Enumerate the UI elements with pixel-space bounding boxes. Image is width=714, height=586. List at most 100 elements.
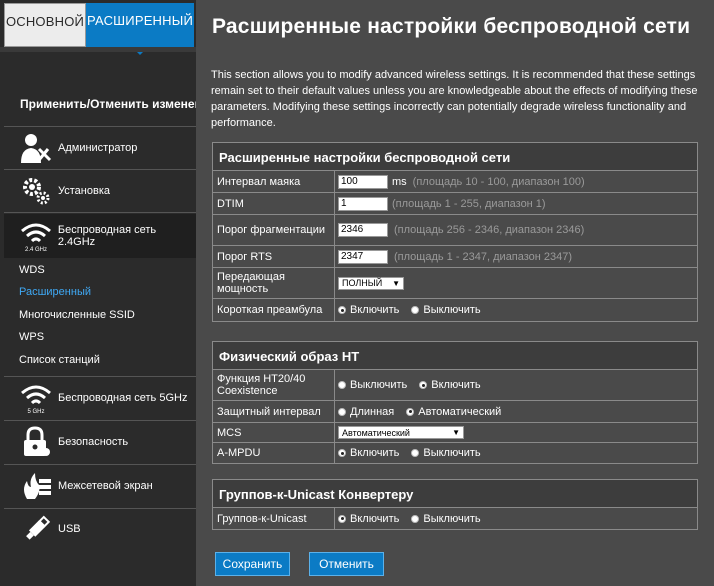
sidebar-item-label: Беспроводная сеть 5GHz	[58, 392, 188, 404]
beacon-interval-input[interactable]: 100	[338, 174, 388, 189]
section-title: Расширенные настройки беспроводной сети	[213, 143, 697, 171]
guard-auto-radio[interactable]: Автоматический	[406, 406, 501, 418]
beacon-unit: ms	[392, 175, 407, 188]
tx-power-value: ПОЛНЫЙ	[342, 278, 383, 288]
row-mcs: MCS Автоматический ▼	[213, 423, 697, 443]
chevron-down-icon: ▼	[452, 428, 460, 437]
dtim-input[interactable]: 1	[338, 196, 388, 211]
sidebar-item-usb[interactable]: USB	[4, 509, 196, 549]
radio-dot	[411, 514, 420, 523]
radio-dot	[338, 306, 346, 314]
tab-advanced[interactable]: РАСШИРЕННЫЙ	[86, 3, 194, 55]
section-ht-physical: Физический образ HT Функция HT20/40 Coex…	[212, 341, 698, 464]
sidebar-item-firewall[interactable]: Межсетевой экран	[4, 466, 196, 506]
section-title: Группов-к-Unicast Конвертеру	[213, 480, 697, 508]
tab-basic[interactable]: ОСНОВНОЙ	[4, 3, 86, 47]
wifi-band-text: 5 GHz	[27, 409, 44, 415]
coexist-enable-radio[interactable]: Включить	[419, 379, 481, 391]
row-dtim: DTIM 1 (площадь 1 - 255, диапазон 1)	[213, 193, 697, 215]
radio-dot	[338, 381, 346, 389]
sub-item-advanced[interactable]: Расширенный	[19, 286, 91, 298]
row-guard: Защитный интервал Длинная Автоматический	[213, 401, 697, 423]
sidebar-item-label: Межсетевой экран	[58, 480, 153, 492]
rts-threshold-input[interactable]: 2347	[338, 249, 388, 264]
firewall-icon	[16, 468, 56, 504]
frag-threshold-input[interactable]: 2346	[338, 223, 388, 237]
frag-hint: (площадь 256 - 2346, диапазон 2346)	[394, 224, 585, 236]
radio-label: Выключить	[423, 447, 481, 459]
lock-icon	[16, 424, 56, 460]
wifi-24ghz-icon: 2.4 GHz	[16, 218, 56, 254]
radio-dot	[338, 407, 346, 416]
sidebar-item-admin[interactable]: Администратор	[4, 128, 196, 168]
row-g2u: Группов-к-Unicast Включить Выключить	[213, 508, 697, 529]
mcs-select[interactable]: Автоматический ▼	[338, 426, 464, 439]
sidebar-item-security[interactable]: Безопасность	[4, 422, 196, 462]
chevron-down-icon: ▼	[392, 278, 400, 288]
radio-dot	[406, 407, 415, 416]
radio-label: Включить	[350, 512, 400, 525]
tab-underline	[0, 47, 196, 52]
sub-item-station-list[interactable]: Список станций	[19, 354, 100, 366]
mcs-value: Автоматический	[342, 427, 410, 438]
g2u-enable-radio[interactable]: Включить	[338, 513, 399, 525]
sub-item-multi-ssid[interactable]: Многочисленные SSID	[19, 309, 135, 321]
power-label: Передающая мощность	[213, 268, 335, 298]
radio-label: Выключить	[423, 304, 481, 316]
radio-dot	[338, 449, 346, 457]
row-beacon: Интервал маяка 100 ms (площадь 10 - 100,…	[213, 171, 697, 193]
section-group-to-unicast: Группов-к-Unicast Конвертеру Группов-к-U…	[212, 479, 698, 530]
tx-power-select[interactable]: ПОЛНЫЙ ▼	[338, 276, 404, 290]
radio-label: Включить	[350, 304, 400, 316]
sub-item-wps[interactable]: WPS	[19, 331, 44, 343]
rts-label: Порог RTS	[213, 246, 335, 267]
row-preamble: Короткая преамбула Включить Выключить	[213, 299, 697, 321]
rts-hint: (площадь 1 - 2347, диапазон 2347)	[394, 250, 573, 263]
radio-dot	[338, 514, 346, 523]
sidebar-item-label: Администратор	[58, 142, 138, 154]
gears-icon	[16, 173, 56, 209]
main-content: Расширенные настройки беспроводной сети …	[196, 0, 714, 586]
ampdu-label: A-MPDU	[213, 443, 335, 463]
dtim-hint: (площадь 1 - 255, диапазон 1)	[392, 197, 546, 210]
g2u-disable-radio[interactable]: Выключить	[411, 512, 481, 525]
admin-tools-icon	[16, 130, 56, 166]
sidebar-item-label: Установка	[58, 185, 110, 197]
radio-label: Включить	[431, 379, 481, 391]
guard-long-radio[interactable]: Длинная	[338, 406, 394, 418]
sub-item-wds[interactable]: WDS	[19, 264, 45, 276]
divider	[4, 376, 196, 377]
page-title: Расширенные настройки беспроводной сети	[212, 15, 691, 38]
section-advanced-wireless: Расширенные настройки беспроводной сети …	[212, 142, 698, 322]
coexist-disable-radio[interactable]: Выключить	[338, 379, 407, 391]
usb-icon	[16, 511, 56, 547]
row-ampdu: A-MPDU Включить Выключить	[213, 443, 697, 463]
mode-tabs: ОСНОВНОЙ РАСШИРЕННЫЙ	[4, 3, 194, 55]
preamble-enable-radio[interactable]: Включить	[338, 304, 399, 316]
sidebar-item-wireless-24[interactable]: 2.4 GHz Беспроводная сеть 2.4GHz	[4, 214, 204, 258]
row-power: Передающая мощность ПОЛНЫЙ ▼	[213, 268, 697, 299]
sidebar-item-setup[interactable]: Установка	[4, 171, 196, 211]
ampdu-enable-radio[interactable]: Включить	[338, 447, 399, 459]
ampdu-disable-radio[interactable]: Выключить	[411, 447, 481, 459]
radio-label: Выключить	[423, 512, 481, 525]
divider	[4, 212, 196, 213]
cancel-button[interactable]: Отменить	[309, 552, 384, 576]
g2u-label: Группов-к-Unicast	[213, 508, 335, 529]
frag-label: Порог фрагментации	[213, 215, 335, 245]
sidebar-item-label: Беспроводная сеть 2.4GHz	[57, 224, 157, 248]
radio-dot	[419, 381, 428, 389]
radio-label: Выключить	[350, 379, 408, 391]
dtim-label: DTIM	[213, 193, 335, 214]
sidebar-item-wireless-5[interactable]: 5 GHz Беспроводная сеть 5GHz	[4, 378, 196, 418]
preamble-disable-radio[interactable]: Выключить	[411, 304, 481, 316]
wifi-5ghz-icon: 5 GHz	[16, 380, 56, 416]
divider	[4, 126, 196, 127]
radio-label: Включить	[350, 447, 400, 459]
radio-dot	[411, 306, 420, 314]
divider	[4, 420, 196, 421]
row-rts: Порог RTS 2347 (площадь 1 - 2347, диапаз…	[213, 246, 697, 268]
sidebar-item-label: USB	[58, 523, 81, 535]
save-button[interactable]: Сохранить	[215, 552, 290, 576]
sidebar: ОСНОВНОЙ РАСШИРЕННЫЙ Применить/Отменить …	[0, 0, 226, 586]
